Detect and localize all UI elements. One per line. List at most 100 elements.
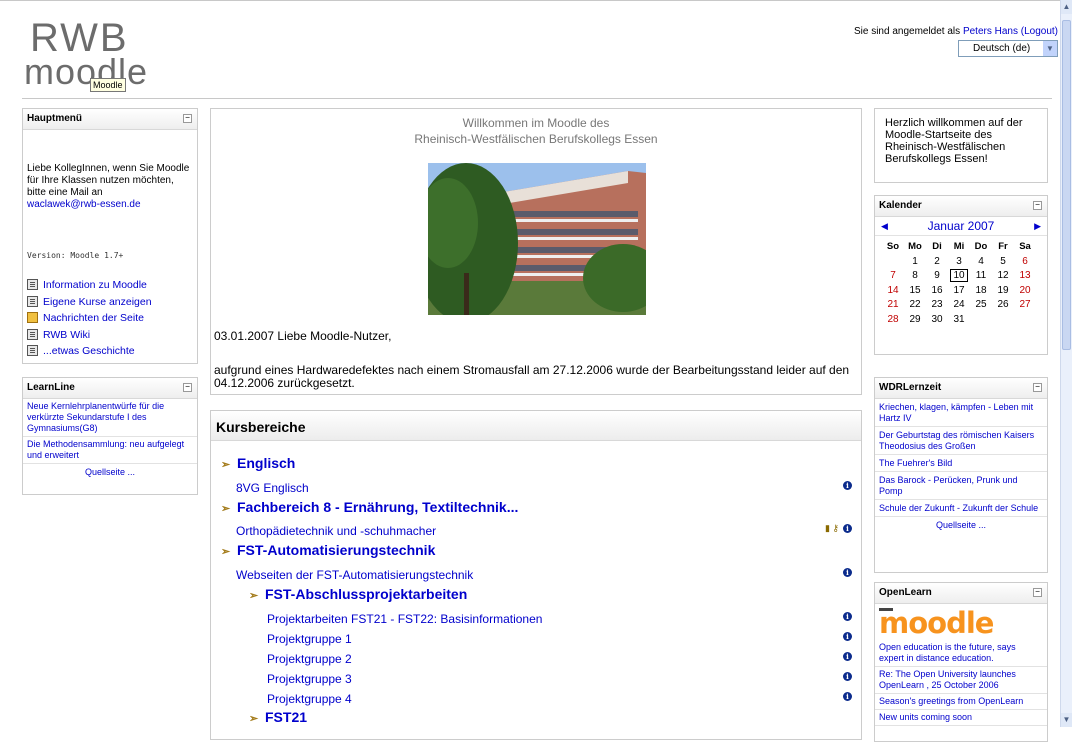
calendar-day: 11 xyxy=(975,270,987,282)
course-row[interactable]: 8VG Englisch i xyxy=(236,479,861,497)
category-row[interactable]: ➢ FST-Abschlussprojektarbeiten xyxy=(249,586,861,604)
feed-link[interactable]: Re: The Open University launches OpenLea… xyxy=(879,669,1016,690)
weekday-header: Mi xyxy=(953,241,965,252)
info-icon[interactable]: i xyxy=(843,652,852,661)
feed-link[interactable]: The Fuehrer's Bild xyxy=(879,458,952,468)
category-row[interactable]: ➢ FST21 xyxy=(249,709,861,727)
previous-month-icon[interactable]: ◀ xyxy=(881,217,888,235)
info-icon[interactable]: i xyxy=(843,632,852,641)
scroll-up-icon[interactable]: ▲ xyxy=(1061,0,1072,14)
version-text: Version: Moodle 1.7+ xyxy=(27,251,124,260)
vertical-scrollbar[interactable]: ▲ ▼ xyxy=(1060,0,1072,727)
collapse-icon[interactable]: − xyxy=(1033,588,1042,597)
course-link[interactable]: Projektarbeiten FST21 - FST22: Basisinfo… xyxy=(267,612,542,626)
language-select[interactable]: Deutsch (de) ▼ xyxy=(958,40,1058,57)
course-link[interactable]: 8VG Englisch xyxy=(236,481,309,495)
feed-link[interactable]: Season's greetings from OpenLearn xyxy=(879,696,1023,706)
calendar-month-link[interactable]: Januar 2007 xyxy=(928,219,995,233)
category-row[interactable]: ➢ Englisch xyxy=(221,455,871,473)
course-row[interactable]: Projektgruppe 4 i xyxy=(267,690,861,708)
block-learnline: LearnLine − Neue Kernlehrplanentwürfe fü… xyxy=(22,377,198,495)
menu-item-nachrichten[interactable]: Nachrichten der Seite xyxy=(27,310,152,327)
feed-link[interactable]: Das Barock - Perücken, Prunk und Pomp xyxy=(879,475,1018,496)
menu-item-label[interactable]: RWB Wiki xyxy=(43,329,90,341)
document-icon xyxy=(27,295,38,307)
course-row[interactable]: Webseiten der FST-Automatisierungstechni… xyxy=(236,566,861,584)
course-link[interactable]: Projektgruppe 4 xyxy=(267,692,352,706)
user-link[interactable]: Peters Hans xyxy=(963,26,1018,37)
moodle-logo[interactable]: moodle xyxy=(879,606,1043,640)
block-wdrlernzeit: WDRLernzeit − Kriechen, klagen, kämpfen … xyxy=(874,377,1048,573)
course-link[interactable]: Webseiten der FST-Automatisierungstechni… xyxy=(236,568,473,582)
course-link[interactable]: Projektgruppe 3 xyxy=(267,672,352,686)
logout-link[interactable]: (Logout) xyxy=(1021,26,1058,37)
category-arrow-icon: ➢ xyxy=(221,459,231,471)
menu-item-label[interactable]: Information zu Moodle xyxy=(43,279,147,291)
source-link[interactable]: Quellseite ... xyxy=(85,467,135,477)
scrollbar-thumb[interactable] xyxy=(1062,20,1071,350)
news-body: aufgrund eines Hardwaredefektes nach ein… xyxy=(214,363,850,390)
menu-item-eigene-kurse[interactable]: Eigene Kurse anzeigen xyxy=(27,294,152,311)
course-link[interactable]: Orthopädietechnik und -schuhmacher xyxy=(236,524,436,538)
category-link[interactable]: FST-Abschlussprojektarbeiten xyxy=(265,586,467,602)
category-row[interactable]: ➢ Fachbereich 8 - Ernährung, Textiltechni… xyxy=(221,499,871,517)
chevron-down-icon[interactable]: ▼ xyxy=(1043,41,1057,56)
source-link[interactable]: Quellseite ... xyxy=(936,520,986,530)
category-link[interactable]: FST21 xyxy=(265,709,307,725)
collapse-icon[interactable]: − xyxy=(183,383,192,392)
menu-item-wiki[interactable]: RWB Wiki xyxy=(27,327,152,344)
category-link[interactable]: Englisch xyxy=(237,455,295,471)
feed-link[interactable]: Der Geburtstag des römischen Kaisers The… xyxy=(879,430,1034,451)
info-icon[interactable]: i xyxy=(843,672,852,681)
feed-link[interactable]: Die Methodensammlung: neu aufgelegt und … xyxy=(27,439,184,460)
calendar-day: 25 xyxy=(975,299,987,311)
info-icon[interactable]: i xyxy=(843,692,852,701)
today-number: 10 xyxy=(950,269,968,283)
collapse-icon[interactable]: − xyxy=(1033,383,1042,392)
category-link[interactable]: Fachbereich 8 - Ernährung, Textiltechnik… xyxy=(237,499,518,515)
category-row[interactable]: ➢ FST-Automatisierungstechnik xyxy=(221,542,871,560)
course-row[interactable]: Projektarbeiten FST21 - FST22: Basisinfo… xyxy=(267,610,861,628)
collapse-icon[interactable]: − xyxy=(183,114,192,123)
header-divider xyxy=(22,98,1052,99)
course-row[interactable]: Projektgruppe 3 i xyxy=(267,670,861,688)
scroll-down-icon[interactable]: ▼ xyxy=(1061,713,1072,727)
hauptmenu-intro: Liebe KollegInnen, wenn Sie Moodle für I… xyxy=(27,163,195,211)
collapse-icon[interactable]: − xyxy=(1033,201,1042,210)
menu-item-geschichte[interactable]: ...etwas Geschichte xyxy=(27,343,152,360)
info-icon[interactable]: i xyxy=(843,568,852,577)
block-header: Kalender − xyxy=(875,196,1047,217)
calendar-day: 30 xyxy=(931,313,943,325)
block-title: WDRLernzeit xyxy=(879,382,942,393)
email-link[interactable]: waclawek@rwb-essen.de xyxy=(27,199,141,210)
course-link[interactable]: Projektgruppe 2 xyxy=(267,652,352,666)
menu-item-label[interactable]: Eigene Kurse anzeigen xyxy=(43,296,152,308)
course-row[interactable]: Projektgruppe 2 i xyxy=(267,650,861,668)
info-icon[interactable]: i xyxy=(843,612,852,621)
feed-link[interactable]: Open education is the future, says exper… xyxy=(879,642,1016,663)
category-link[interactable]: FST-Automatisierungstechnik xyxy=(237,542,435,558)
calendar-day: 19 xyxy=(997,284,1009,296)
school-building-image xyxy=(428,163,646,315)
feed-link[interactable]: Schule der Zukunft - Zukunft der Schule xyxy=(879,503,1038,513)
info-icon[interactable]: i xyxy=(843,481,852,490)
site-logo[interactable]: RWB moodle Moodle xyxy=(24,18,184,92)
next-month-icon[interactable]: ▶ xyxy=(1034,217,1041,235)
calendar-day: 31 xyxy=(953,313,965,325)
info-icon[interactable]: i xyxy=(843,524,852,533)
course-row[interactable]: Orthopädietechnik und -schuhmacher ▮ ⚷ i xyxy=(236,522,861,540)
menu-item-label[interactable]: ...etwas Geschichte xyxy=(43,345,135,357)
feed-link[interactable]: Neue Kernlehrplanentwürfe für die verkür… xyxy=(27,401,164,433)
menu-item-label[interactable]: Nachrichten der Seite xyxy=(43,312,144,324)
list-item: Season's greetings from OpenLearn xyxy=(875,694,1047,710)
menu-item-information[interactable]: Information zu Moodle xyxy=(27,277,152,294)
calendar-day xyxy=(970,312,992,327)
course-row[interactable]: Projektgruppe 1 i xyxy=(267,630,861,648)
calendar-day: 26 xyxy=(997,299,1009,311)
feed-link[interactable]: New units coming soon xyxy=(879,712,972,722)
calendar-day-today[interactable]: 10 xyxy=(948,269,970,284)
course-link[interactable]: Projektgruppe 1 xyxy=(267,632,352,646)
feed-link[interactable]: Kriechen, klagen, kämpfen - Leben mit Ha… xyxy=(879,402,1033,423)
weekday-header: Mo xyxy=(908,241,922,252)
list-item: Der Geburtstag des römischen Kaisers The… xyxy=(875,427,1047,455)
